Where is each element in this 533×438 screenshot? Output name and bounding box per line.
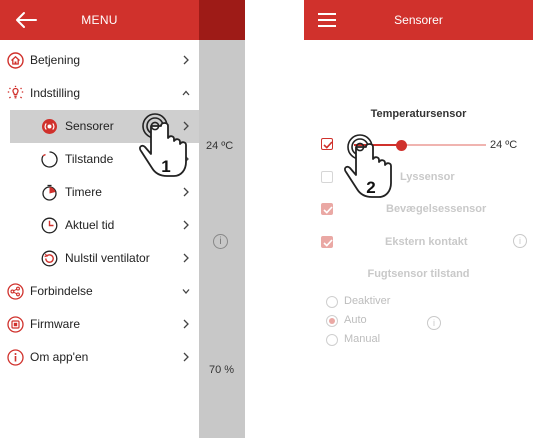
lyssensor-checkbox[interactable] — [321, 171, 333, 183]
share-connection-icon — [7, 283, 24, 300]
menu-item-label: Tilstande — [65, 152, 114, 166]
menu-item-om-appen[interactable]: Om app'en — [0, 341, 199, 374]
menu-item-label: Betjening — [30, 53, 81, 67]
chevron-right-icon — [183, 352, 189, 362]
check-icon — [323, 141, 333, 149]
background-screen: 24 ºC i 70 % — [199, 0, 245, 438]
menu-item-label: Nulstil ventilator — [65, 251, 150, 265]
menu-title: MENU — [81, 13, 118, 27]
temperature-value: 24 ºC — [490, 139, 518, 151]
menu-item-label: Firmware — [30, 317, 80, 331]
temperature-sensor-title: Temperatursensor — [370, 108, 467, 120]
sensors-header: Sensorer — [304, 0, 533, 40]
sensor-icon — [42, 119, 57, 134]
menu-item-label: Indstilling — [30, 86, 81, 100]
chevron-right-icon — [183, 55, 189, 65]
ekstern-kontakt-label: Ekstern kontakt — [385, 236, 468, 248]
auto-info-icon[interactable]: i — [427, 316, 441, 330]
bevaegelsessensor-label: Bevægelsessensor — [386, 203, 487, 215]
check-icon — [323, 239, 333, 247]
menu-item-betjening[interactable]: Betjening — [0, 44, 199, 77]
radio-auto[interactable] — [326, 315, 338, 327]
menu-item-timere[interactable]: Timere — [10, 176, 199, 209]
info-icon — [7, 349, 24, 366]
chevron-right-icon — [183, 319, 189, 329]
background-humidity: 70 % — [209, 364, 235, 376]
menu-item-label: Om app'en — [30, 350, 89, 364]
chevron-up-icon — [182, 90, 190, 96]
tap-gesture-hand-icon: 2 — [344, 134, 392, 198]
menu-item-label: Timere — [65, 185, 102, 199]
radio-label-manual: Manual — [344, 333, 381, 345]
temperature-sensor-checkbox[interactable] — [321, 138, 333, 150]
temperature-slider-thumb[interactable] — [396, 139, 407, 151]
menu-item-nulstil-ventilator[interactable]: Nulstil ventilator — [10, 242, 199, 275]
chevron-right-icon — [183, 220, 189, 230]
left-phone-screen: 24 ºC i 70 % MENU Betjening Indstilling … — [0, 0, 245, 438]
tap-gesture-hand-icon: 1 — [139, 113, 187, 177]
firmware-chip-icon — [7, 316, 24, 333]
chevron-right-icon — [183, 187, 189, 197]
right-phone-screen: Sensorer Temperatursensor 24 ºC Lyssenso… — [304, 0, 533, 438]
background-info-icon: i — [213, 234, 228, 249]
chevron-right-icon — [183, 253, 189, 263]
circle-mode-icon — [41, 151, 58, 168]
settings-bulb-icon — [7, 85, 24, 99]
menu-item-label: Forbindelse — [30, 284, 93, 298]
step-number-2: 2 — [366, 178, 375, 197]
menu-item-firmware[interactable]: Firmware — [0, 308, 199, 341]
humidity-mode-title: Fugtsensor tilstand — [367, 268, 470, 280]
radio-label-auto: Auto — [344, 314, 367, 326]
radio-label-deaktiver: Deaktiver — [344, 295, 391, 307]
reset-fan-icon — [41, 250, 58, 267]
radio-deaktiver[interactable] — [326, 296, 338, 308]
chevron-down-icon — [182, 289, 190, 294]
background-header — [199, 0, 245, 40]
page-title: Sensorer — [394, 13, 443, 27]
radio-manual[interactable] — [326, 334, 338, 346]
menu-item-label: Aktuel tid — [65, 218, 115, 232]
timer-icon — [42, 184, 57, 201]
drawer-header: MENU — [0, 0, 199, 40]
lyssensor-label: Lyssensor — [400, 171, 455, 183]
check-icon — [323, 206, 333, 214]
menu-item-forbindelse[interactable]: Forbindelse — [0, 275, 199, 308]
ekstern-kontakt-checkbox[interactable] — [321, 236, 333, 248]
menu-item-label: Sensorer — [65, 119, 114, 133]
ekstern-kontakt-info-icon[interactable]: i — [513, 234, 527, 248]
menu-item-aktuel-tid[interactable]: Aktuel tid — [10, 209, 199, 242]
navigation-drawer: MENU Betjening Indstilling Sensorer Tils… — [0, 0, 199, 438]
bevaegelsessensor-checkbox[interactable] — [321, 203, 333, 215]
step-number-1: 1 — [161, 157, 170, 176]
clock-icon — [41, 217, 58, 234]
home-icon — [7, 52, 24, 69]
background-temperature: 24 ºC — [206, 140, 234, 152]
